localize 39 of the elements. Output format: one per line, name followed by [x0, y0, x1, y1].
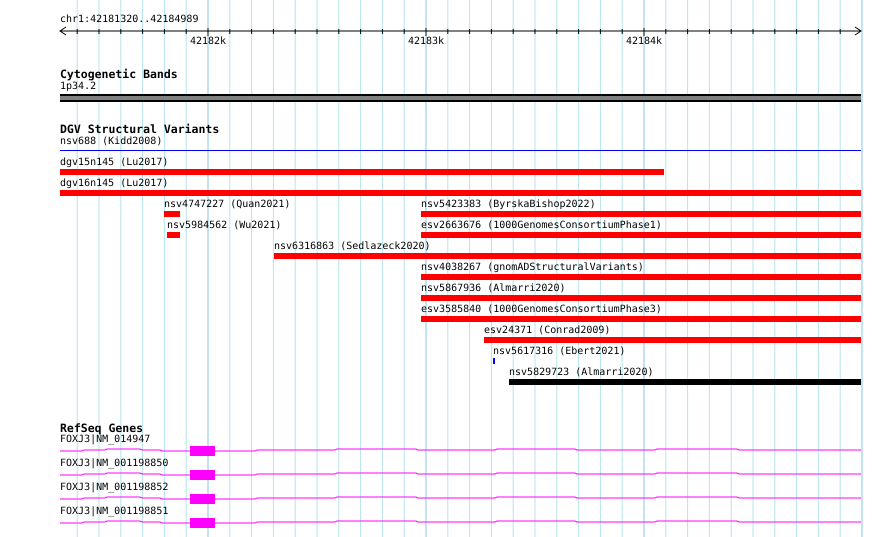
transcript-label: FOXJ3|NM_001198850: [60, 458, 168, 469]
transcript-label: FOXJ3|NM_001198851: [60, 506, 168, 517]
track-title: DGV Structural Variants: [60, 123, 220, 136]
variant-bar[interactable]: [421, 211, 861, 217]
variant-bar[interactable]: [167, 232, 180, 238]
variant-label: esv3585840 (1000GenomesConsortiumPhase3): [421, 304, 662, 315]
variant-bar[interactable]: [421, 295, 861, 301]
location-label: chr1:42181320..42184989: [60, 14, 198, 26]
variant-bar[interactable]: [60, 169, 664, 175]
variant-label: nsv5617316 (Ebert2021): [493, 346, 626, 357]
variant-label: nsv5423383 (ByrskaBishop2022): [421, 199, 596, 210]
variant-label: nsv6316863 (Sedlazeck2020): [274, 241, 431, 252]
transcript-label: FOXJ3|NM_001198852: [60, 482, 168, 493]
variant-label: nsv5867936 (Almarri2020): [421, 283, 566, 294]
variant-label: esv2663676 (1000GenomesConsortiumPhase1): [421, 220, 662, 231]
transcript-label: FOXJ3|NM_014947: [60, 434, 150, 445]
variant-label: nsv5829723 (Almarri2020): [509, 367, 654, 378]
variant-label: esv24371 (Conrad2009): [484, 325, 610, 336]
variant-bar[interactable]: [484, 337, 861, 343]
tick-label: 42184k: [626, 36, 662, 48]
variant-label: dgv16n145 (Lu2017): [60, 178, 168, 189]
variant-bar[interactable]: [421, 232, 861, 238]
variant-line[interactable]: [60, 150, 861, 151]
variant-label: dgv15n145 (Lu2017): [60, 157, 168, 168]
variant-label: nsv4038267 (gnomADStructuralVariants): [421, 262, 644, 273]
band-label: 1p34.2: [60, 81, 96, 92]
variant-bar[interactable]: [421, 274, 861, 280]
variant-label: nsv688 (Kidd2008): [60, 136, 162, 147]
variant-bar[interactable]: [60, 190, 861, 196]
variant-label: nsv4747227 (Quan2021): [164, 199, 290, 210]
variant-bar[interactable]: [164, 211, 180, 217]
variant-bar[interactable]: [509, 379, 861, 385]
variant-bar[interactable]: [274, 253, 861, 259]
tick-label: 42183k: [408, 36, 444, 48]
variant-bar[interactable]: [421, 316, 861, 322]
track-title: RefSeq Genes: [60, 423, 144, 434]
tick-label: 42182k: [190, 36, 226, 48]
variant-label: nsv5984562 (Wu2021): [167, 220, 282, 231]
track-title: Cytogenetic Bands: [60, 68, 178, 81]
